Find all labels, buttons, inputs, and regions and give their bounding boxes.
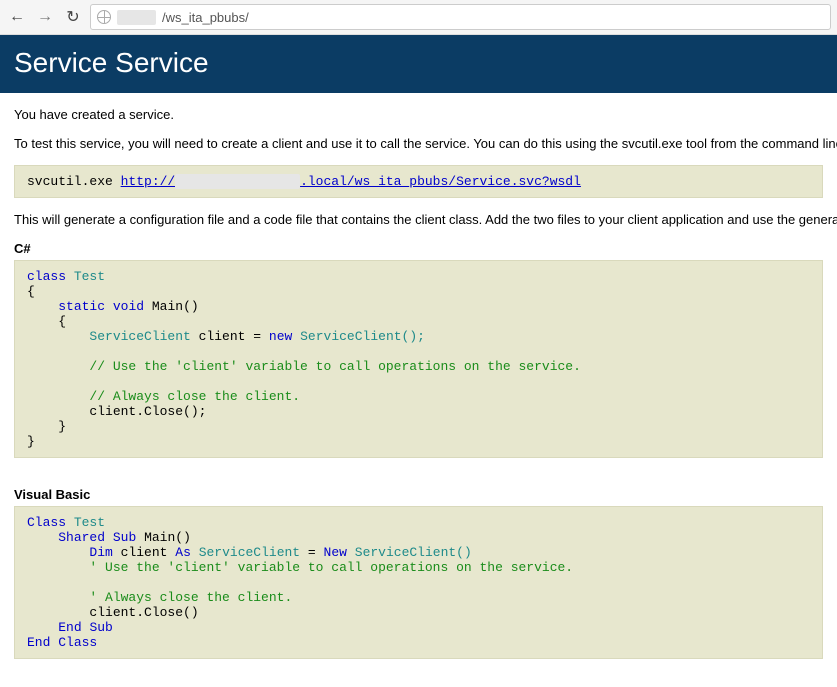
kw-as: As <box>175 545 191 560</box>
reload-button[interactable]: ↻ <box>62 6 84 28</box>
comment: // Always close the client. <box>89 389 300 404</box>
brace: { <box>58 314 66 329</box>
close-stmt: client.Close(); <box>89 404 206 419</box>
globe-icon <box>97 10 111 24</box>
svcutil-wsdl-link[interactable]: http://xxxxxxxxxxxxxxxx.local/ws_ita_pbu… <box>121 174 581 189</box>
address-bar[interactable]: xxxxxx /ws_ita_pbubs/ <box>90 4 831 30</box>
link-prefix: http:// <box>121 174 176 189</box>
intro-text: You have created a service. <box>14 107 823 122</box>
kw-class: Class <box>58 635 97 650</box>
generate-instructions: This will generate a configuration file … <box>14 212 823 227</box>
kw-dim: Dim <box>89 545 112 560</box>
brace: } <box>27 434 35 449</box>
close-stmt: client.Close() <box>89 605 198 620</box>
back-button[interactable]: ← <box>6 6 28 28</box>
op-eq: = <box>253 329 261 344</box>
kw-shared: Shared <box>58 530 105 545</box>
csharp-code-box: class Test { static void Main() { Servic… <box>14 260 823 458</box>
page-header: Service Service <box>0 35 837 93</box>
kw-sub: Sub <box>113 530 136 545</box>
forward-button[interactable]: → <box>34 6 56 28</box>
comment: ' Always close the client. <box>89 590 292 605</box>
kw-sub: Sub <box>89 620 112 635</box>
svcutil-cmd: svcutil.exe <box>27 174 121 189</box>
kw-static: static <box>58 299 105 314</box>
name-main: Main() <box>144 530 191 545</box>
kw-end: End <box>27 635 50 650</box>
ctor: ServiceClient() <box>355 545 472 560</box>
svcutil-command-box: svcutil.exe http://xxxxxxxxxxxxxxxx.loca… <box>14 165 823 198</box>
kw-class: class <box>27 269 66 284</box>
type-sc: ServiceClient <box>89 329 190 344</box>
csharp-label: C# <box>14 241 823 256</box>
name-main: Main() <box>152 299 199 314</box>
type-test: Test <box>74 515 105 530</box>
ctor: ServiceClient(); <box>300 329 425 344</box>
var-client: client <box>199 329 246 344</box>
url-path: /ws_ita_pbubs/ <box>162 10 249 25</box>
page-content: You have created a service. To test this… <box>0 93 837 687</box>
link-host-redacted: xxxxxxxxxxxxxxxx <box>175 174 300 189</box>
comment: ' Use the 'client' variable to call oper… <box>89 560 573 575</box>
link-suffix: .local/ws_ita_pbubs/Service.svc?wsdl <box>300 174 581 189</box>
vb-code-box: Class Test Shared Sub Main() Dim client … <box>14 506 823 659</box>
var-client: client <box>121 545 168 560</box>
kw-void: void <box>113 299 144 314</box>
page-title: Service Service <box>14 47 823 79</box>
host-redacted: xxxxxx <box>117 10 156 25</box>
kw-end: End <box>58 620 81 635</box>
kw-new: New <box>324 545 347 560</box>
brace: { <box>27 284 35 299</box>
browser-toolbar: ← → ↻ xxxxxx /ws_ita_pbubs/ <box>0 0 837 35</box>
brace: } <box>58 419 66 434</box>
comment: // Use the 'client' variable to call ope… <box>89 359 580 374</box>
test-instructions: To test this service, you will need to c… <box>14 136 823 151</box>
vb-label: Visual Basic <box>14 487 823 502</box>
kw-class: Class <box>27 515 66 530</box>
kw-new: new <box>269 329 292 344</box>
type-sc: ServiceClient <box>199 545 300 560</box>
op-eq: = <box>308 545 316 560</box>
type-test: Test <box>74 269 105 284</box>
